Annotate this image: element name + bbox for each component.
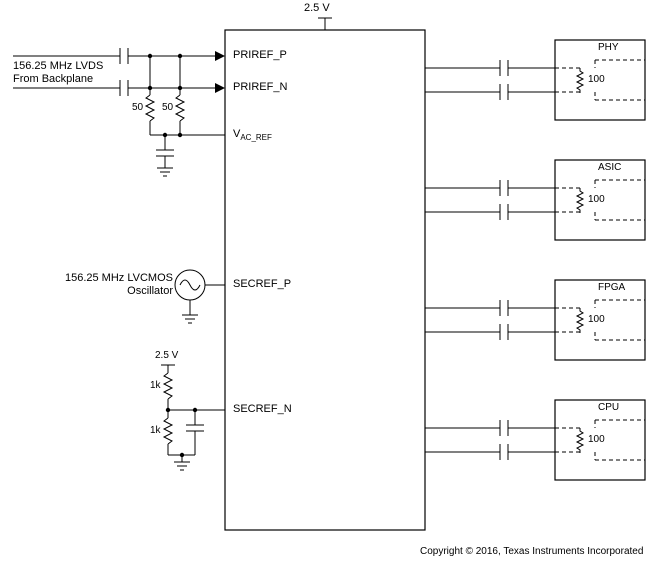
output-fpga-name: FPGA [598, 282, 625, 293]
pin-priref-n: PRIREF_N [233, 81, 287, 93]
output-cpu-term: 100 [588, 434, 605, 445]
output-fpga-term: 100 [588, 314, 605, 325]
oscillator-label-1: 156.25 MHz LVCMOS [58, 272, 173, 284]
copyright-text: Copyright © 2016, Texas Instruments Inco… [420, 546, 643, 557]
bias-r1-label: 1k [150, 380, 161, 391]
term-r2-label: 50 [162, 102, 173, 113]
output-cpu-name: CPU [598, 402, 619, 413]
pin-vac-ref: VAC_REF [233, 128, 272, 142]
bias-r2-label: 1k [150, 425, 161, 436]
supply-voltage-label: 2.5 V [304, 2, 330, 14]
pin-secref-p: SECREF_P [233, 278, 291, 290]
output-asic-term: 100 [588, 194, 605, 205]
lvds-input-label-1: 156.25 MHz LVDS [13, 60, 103, 72]
pin-secref-n: SECREF_N [233, 403, 292, 415]
pin-priref-p: PRIREF_P [233, 49, 287, 61]
bias-voltage-label: 2.5 V [155, 350, 178, 361]
output-phy-name: PHY [598, 42, 619, 53]
output-phy-term: 100 [588, 74, 605, 85]
oscillator-label-2: Oscillator [58, 285, 173, 297]
lvds-input-label-2: From Backplane [13, 73, 93, 85]
output-asic-name: ASIC [598, 162, 621, 173]
term-r1-label: 50 [132, 102, 143, 113]
